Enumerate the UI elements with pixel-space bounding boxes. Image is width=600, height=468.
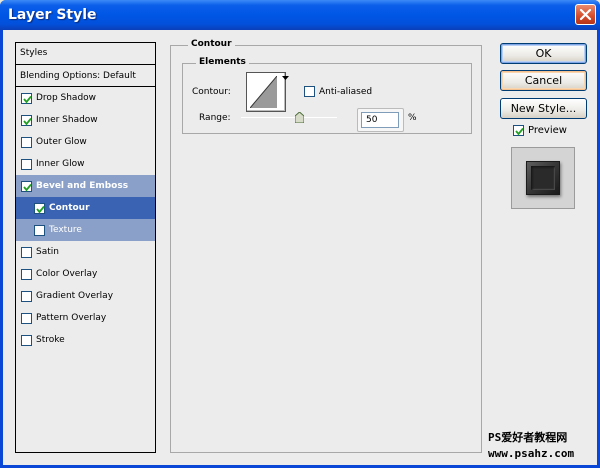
preview-checkbox[interactable] (513, 125, 524, 136)
contour-picker[interactable] (246, 72, 289, 112)
style-item-label: Color Overlay (36, 269, 98, 279)
elements-section-title: Elements (196, 57, 249, 67)
style-item-label: Pattern Overlay (36, 313, 107, 323)
close-icon (579, 8, 592, 21)
preview-thumbnail (511, 147, 575, 209)
style-item-outer-glow[interactable]: Outer Glow (16, 131, 155, 153)
dialog-body: Styles Blending Options: Default Drop Sh… (3, 30, 597, 465)
checkbox[interactable] (34, 224, 45, 236)
style-item-label: Drop Shadow (36, 93, 97, 103)
style-item-label: Satin (36, 247, 59, 257)
style-item-stroke[interactable]: Stroke (16, 329, 155, 351)
style-item-label: Inner Glow (36, 159, 85, 169)
contour-group: Contour Elements Contour: Anti-aliased R… (170, 39, 482, 453)
preview-label: Preview (528, 125, 567, 136)
watermark: PS爱好者教程网 www.psahz.com (488, 430, 574, 462)
style-item-color-overlay[interactable]: Color Overlay (16, 263, 155, 285)
style-item-label: Stroke (36, 335, 65, 345)
chevron-down-icon (282, 76, 289, 80)
watermark-line-2: www.psahz.com (488, 447, 575, 460)
checkbox[interactable] (34, 202, 45, 214)
new-style-button[interactable]: New Style... (500, 98, 587, 119)
checkbox[interactable] (21, 136, 32, 148)
ok-button[interactable]: OK (500, 43, 587, 64)
styles-list: Styles Blending Options: Default Drop Sh… (15, 42, 156, 453)
style-item-label: Texture (49, 225, 82, 235)
style-item-texture[interactable]: Texture (16, 219, 155, 241)
checkbox[interactable] (21, 180, 32, 192)
style-item-drop-shadow[interactable]: Drop Shadow (16, 87, 155, 109)
check-icon (515, 127, 524, 136)
style-item-inner-shadow[interactable]: Inner Shadow (16, 109, 155, 131)
check-icon (36, 205, 45, 213)
style-item-gradient-overlay[interactable]: Gradient Overlay (16, 285, 155, 307)
contour-curve-icon (250, 76, 277, 108)
checkbox[interactable] (21, 92, 32, 104)
style-item-contour[interactable]: Contour (16, 197, 155, 219)
check-icon (23, 95, 32, 103)
style-item-bevel-and-emboss[interactable]: Bevel and Emboss (16, 175, 155, 197)
slider-thumb-icon (294, 111, 305, 124)
checkbox[interactable] (21, 114, 32, 126)
checkbox[interactable] (21, 334, 32, 346)
contour-section-title: Contour (188, 39, 235, 49)
style-item-label: Contour (49, 203, 90, 213)
elements-group: Elements Contour: Anti-aliased Range: 50… (182, 57, 472, 134)
preview-swatch (526, 161, 560, 195)
layer-style-window: Layer Style Styles Blending Options: Def… (0, 0, 600, 468)
check-icon (23, 183, 32, 191)
checkbox[interactable] (21, 158, 32, 170)
style-item-inner-glow[interactable]: Inner Glow (16, 153, 155, 175)
watermark-line-1: PS爱好者教程网 (488, 431, 568, 444)
cancel-button[interactable]: Cancel (500, 70, 587, 91)
range-slider-thumb[interactable] (294, 111, 305, 126)
anti-aliased-checkbox[interactable] (304, 86, 315, 97)
style-item-label: Outer Glow (36, 137, 87, 147)
dropdown-arrow[interactable] (279, 73, 289, 111)
range-unit: % (408, 113, 417, 123)
checkbox[interactable] (21, 268, 32, 280)
anti-aliased-option[interactable]: Anti-aliased (304, 86, 372, 97)
anti-aliased-label: Anti-aliased (319, 86, 373, 97)
style-item-pattern-overlay[interactable]: Pattern Overlay (16, 307, 155, 329)
contour-label: Contour: (192, 87, 231, 97)
style-item-label: Bevel and Emboss (36, 181, 129, 191)
style-item-satin[interactable]: Satin (16, 241, 155, 263)
styles-header[interactable]: Styles (16, 43, 155, 65)
title-bar[interactable]: Layer Style (0, 0, 600, 30)
range-value-input[interactable] (361, 112, 399, 128)
preview-option[interactable]: Preview (513, 125, 567, 136)
range-label: Range: (199, 113, 231, 123)
blending-options-item[interactable]: Blending Options: Default (16, 65, 155, 87)
window-title: Layer Style (8, 7, 97, 23)
checkbox[interactable] (21, 246, 32, 258)
style-item-label: Gradient Overlay (36, 291, 114, 301)
close-button[interactable] (575, 4, 596, 25)
check-icon (23, 117, 32, 125)
checkbox[interactable] (21, 290, 32, 302)
checkbox[interactable] (21, 312, 32, 324)
range-slider-track[interactable] (241, 117, 337, 118)
style-item-label: Inner Shadow (36, 115, 98, 125)
